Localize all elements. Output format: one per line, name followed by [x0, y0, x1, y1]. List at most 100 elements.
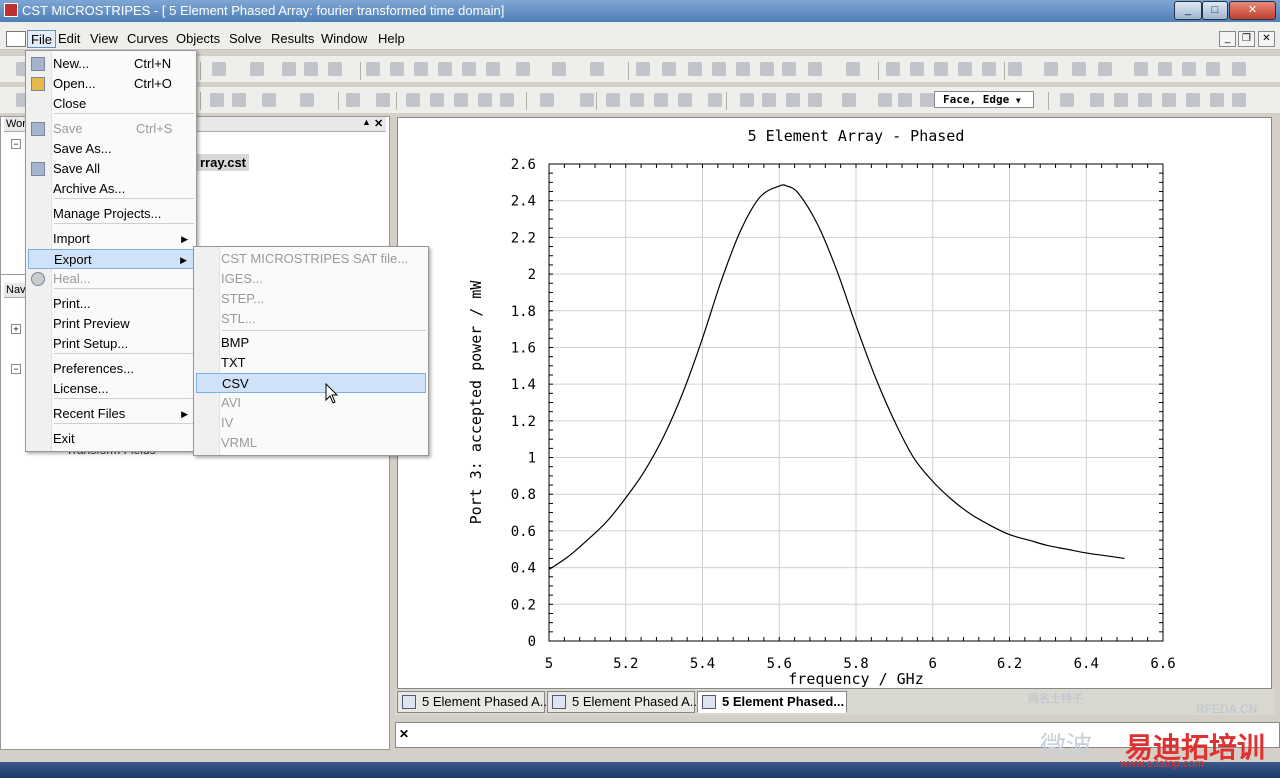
toolbar-button-icon[interactable]: [654, 93, 668, 107]
menu-help[interactable]: Help: [375, 30, 408, 48]
toolbar-button-icon[interactable]: [808, 62, 822, 76]
toolbar-button-icon[interactable]: [740, 93, 754, 107]
export-menu-item[interactable]: CST MICROSTRIPES SAT file...: [196, 249, 426, 269]
toolbar-button-icon[interactable]: [304, 62, 318, 76]
toolbar-button-icon[interactable]: [430, 93, 444, 107]
project-file-label[interactable]: rray.cst: [197, 154, 250, 171]
toolbar-button-icon[interactable]: [232, 93, 246, 107]
menu-edit[interactable]: Edit: [55, 30, 83, 48]
tree-collapse-icon[interactable]: −: [11, 364, 21, 374]
toolbar-button-icon[interactable]: [390, 62, 404, 76]
toolbar-button-icon[interactable]: [782, 62, 796, 76]
toolbar-button-icon[interactable]: [210, 93, 224, 107]
face-edge-select[interactable]: Face, Edge ▼: [934, 91, 1034, 108]
navigation-tab[interactable]: Nav: [6, 284, 26, 296]
toolbar-button-icon[interactable]: [1186, 93, 1200, 107]
message-close-icon[interactable]: ✕: [399, 727, 409, 741]
export-menu-item[interactable]: IV: [196, 413, 426, 433]
menu-file[interactable]: File: [27, 30, 56, 48]
toolbar-button-icon[interactable]: [516, 62, 530, 76]
toolbar-button-icon[interactable]: [934, 62, 948, 76]
panel-close-icon[interactable]: ✕: [374, 117, 383, 130]
toolbar-button-icon[interactable]: [920, 93, 934, 107]
toolbar-button-icon[interactable]: [1158, 62, 1172, 76]
mdi-restore-button[interactable]: ❐: [1238, 31, 1255, 47]
tab-document-3[interactable]: 5 Element Phased...: [697, 691, 847, 713]
toolbar-button-icon[interactable]: [1008, 62, 1022, 76]
tree-collapse-icon[interactable]: −: [11, 139, 21, 149]
file-menu-item[interactable]: Open... Ctrl+O: [28, 74, 194, 94]
file-menu-item[interactable]: Print Preview: [28, 314, 194, 334]
toolbar-button-icon[interactable]: [1060, 93, 1074, 107]
close-button[interactable]: ✕: [1229, 1, 1276, 20]
toolbar-button-icon[interactable]: [688, 62, 702, 76]
toolbar-button-icon[interactable]: [1114, 93, 1128, 107]
file-menu-item[interactable]: Save As...: [28, 139, 194, 159]
export-menu-item[interactable]: TXT: [196, 353, 426, 373]
menu-solve[interactable]: Solve: [226, 30, 265, 48]
file-menu-item[interactable]: Archive As...: [28, 179, 194, 199]
toolbar-button-icon[interactable]: [414, 62, 428, 76]
toolbar-button-icon[interactable]: [1206, 62, 1220, 76]
toolbar-button-icon[interactable]: [406, 93, 420, 107]
menu-results[interactable]: Results: [268, 30, 317, 48]
toolbar-button-icon[interactable]: [1182, 62, 1196, 76]
menu-view[interactable]: View: [87, 30, 121, 48]
toolbar-button-icon[interactable]: [842, 93, 856, 107]
file-menu-item[interactable]: New... Ctrl+N: [28, 54, 194, 74]
file-menu-item[interactable]: Save Ctrl+S: [28, 119, 194, 139]
toolbar-button-icon[interactable]: [1134, 62, 1148, 76]
toolbar-button-icon[interactable]: [1072, 62, 1086, 76]
toolbar-button-icon[interactable]: [736, 62, 750, 76]
toolbar-button-icon[interactable]: [910, 62, 924, 76]
file-menu-item[interactable]: Close: [28, 94, 194, 114]
file-menu-item[interactable]: Save All: [28, 159, 194, 179]
toolbar-button-icon[interactable]: [886, 62, 900, 76]
toolbar-button-icon[interactable]: [712, 62, 726, 76]
workspace-tab[interactable]: Wor: [6, 118, 26, 130]
export-menu-item[interactable]: CSV: [196, 373, 426, 393]
toolbar-button-icon[interactable]: [846, 62, 860, 76]
toolbar-button-icon[interactable]: [958, 62, 972, 76]
toolbar-button-icon[interactable]: [1232, 93, 1246, 107]
toolbar-button-icon[interactable]: [1090, 93, 1104, 107]
toolbar-button-icon[interactable]: [878, 93, 892, 107]
toolbar-button-icon[interactable]: [366, 62, 380, 76]
tab-document-1[interactable]: 5 Element Phased A...: [397, 691, 551, 713]
toolbar-button-icon[interactable]: [662, 62, 676, 76]
toolbar-button-icon[interactable]: [982, 62, 996, 76]
toolbar-button-icon[interactable]: [580, 93, 594, 107]
file-menu-item[interactable]: Preferences...: [28, 359, 194, 379]
file-menu-item[interactable]: Print...: [28, 294, 194, 314]
toolbar-button-icon[interactable]: [540, 93, 554, 107]
file-menu-item[interactable]: Export ▶: [28, 249, 194, 269]
toolbar-button-icon[interactable]: [630, 93, 644, 107]
toolbar-button-icon[interactable]: [300, 93, 314, 107]
toolbar-button-icon[interactable]: [760, 62, 774, 76]
toolbar-button-icon[interactable]: [500, 93, 514, 107]
toolbar-button-icon[interactable]: [486, 62, 500, 76]
toolbar-button-icon[interactable]: [328, 62, 342, 76]
menu-objects[interactable]: Objects: [173, 30, 223, 48]
export-menu-item[interactable]: BMP: [196, 333, 426, 353]
toolbar-button-icon[interactable]: [636, 62, 650, 76]
file-menu-item[interactable]: Recent Files ▶: [28, 404, 194, 424]
file-menu-item[interactable]: License...: [28, 379, 194, 399]
toolbar-button-icon[interactable]: [708, 93, 722, 107]
maximize-button[interactable]: □: [1202, 1, 1228, 20]
toolbar-button-icon[interactable]: [454, 93, 468, 107]
toolbar-button-icon[interactable]: [898, 93, 912, 107]
toolbar-button-icon[interactable]: [678, 93, 692, 107]
export-menu-item[interactable]: IGES...: [196, 269, 426, 289]
toolbar-button-icon[interactable]: [462, 62, 476, 76]
panel-collapse-icon[interactable]: ▲: [362, 117, 371, 127]
toolbar-button-icon[interactable]: [1044, 62, 1058, 76]
file-menu-item[interactable]: Exit: [28, 429, 194, 449]
export-menu-item[interactable]: STL...: [196, 309, 426, 329]
toolbar-button-icon[interactable]: [1162, 93, 1176, 107]
mdi-close-button[interactable]: ✕: [1258, 31, 1275, 47]
file-menu-item[interactable]: Manage Projects...: [28, 204, 194, 224]
toolbar-button-icon[interactable]: [1232, 62, 1246, 76]
file-menu-item[interactable]: Print Setup...: [28, 334, 194, 354]
toolbar-button-icon[interactable]: [1098, 62, 1112, 76]
